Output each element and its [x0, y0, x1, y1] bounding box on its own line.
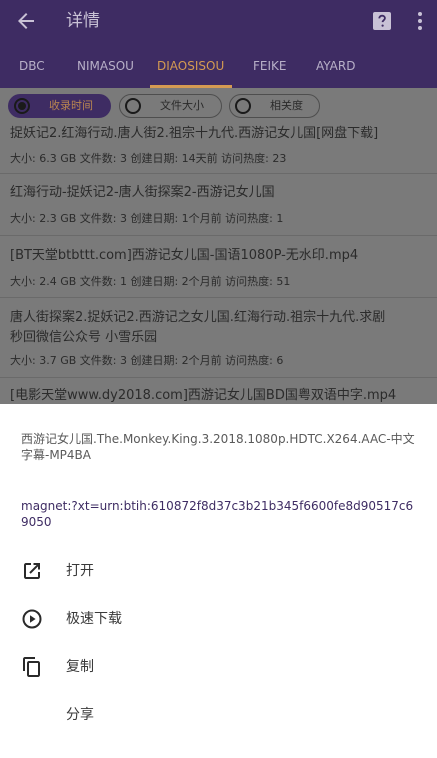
sort-by-date-label: 收录时间 [49, 99, 93, 112]
result-name-continued: 秒回微信公众号 小雪乐园 [10, 330, 158, 345]
play-circle-icon [22, 609, 42, 629]
page-title: 详情 [66, 11, 100, 31]
result-item[interactable]: 捉妖记2.红海行动.唐人街2.祖宗十九代.西游记女儿国[网盘下载] 大小: 6.… [0, 118, 437, 174]
sort-by-size-label: 文件大小 [160, 99, 204, 112]
source-tabs: DBC NIMASOU DIAOSISOU FEIKE AYARD [0, 44, 437, 88]
result-item[interactable]: 红海行动-捉妖记2-唐人街探案2-西游记女儿国 大小: 2.3 GB 文件数: … [0, 174, 437, 236]
arrow-back-icon[interactable] [14, 9, 38, 33]
tab-diaosisou[interactable]: DIAOSISOU [157, 58, 224, 74]
bottom-sheet: 西游记女儿国.The.Monkey.King.3.2018.1080p.HDTC… [0, 404, 437, 758]
more-vert-icon[interactable] [408, 9, 432, 33]
copy-action-label: 复制 [66, 659, 94, 675]
share-action[interactable]: 分享 [0, 694, 437, 738]
result-name: 捉妖记2.红海行动.唐人街2.祖宗十九代.西游记女儿国[网盘下载] [10, 126, 379, 141]
result-item[interactable]: [BT天堂btbttt.com]西游记女儿国-国语1080P-无水印.mp4 大… [0, 236, 437, 298]
radio-selected-icon [14, 98, 30, 114]
open-action-label: 打开 [66, 563, 94, 579]
result-name: [电影天堂www.dy2018.com]西游记女儿国BD国粤双语中字.mp4 [10, 388, 397, 403]
sort-by-relevance-label: 相关度 [270, 99, 303, 112]
tab-ayard[interactable]: AYARD [316, 58, 355, 74]
result-name: [BT天堂btbttt.com]西游记女儿国-国语1080P-无水印.mp4 [10, 248, 359, 263]
tab-nimasou[interactable]: NIMASOU [77, 58, 134, 74]
sort-by-relevance-chip[interactable]: 相关度 [229, 94, 320, 118]
app-bar: 详情 [0, 0, 437, 44]
fast-download-action[interactable]: 极速下载 [0, 598, 437, 642]
result-meta: 大小: 3.7 GB 文件数: 3 创建日期: 2个月前 访问热度: 6 [10, 354, 284, 367]
help-icon[interactable] [371, 10, 393, 32]
tab-feike[interactable]: FEIKE [253, 58, 286, 74]
tab-dbc[interactable]: DBC [19, 58, 45, 74]
sort-by-size-chip[interactable]: 文件大小 [119, 94, 222, 118]
result-name: 红海行动-捉妖记2-唐人街探案2-西游记女儿国 [10, 185, 275, 200]
copy-icon [23, 657, 40, 677]
result-meta: 大小: 2.4 GB 文件数: 1 创建日期: 2个月前 访问热度: 51 [10, 275, 291, 288]
open-action[interactable]: 打开 [0, 550, 437, 594]
result-item[interactable]: 唐人街探案2.捉妖记2.西游记之女儿国.红海行动.祖宗十九代.求剧 秒回微信公众… [0, 298, 437, 378]
share-action-label: 分享 [66, 707, 94, 723]
result-item[interactable]: [电影天堂www.dy2018.com]西游记女儿国BD国粤双语中字.mp4 [0, 378, 437, 404]
radio-unselected-icon [235, 98, 251, 114]
fast-download-action-label: 极速下载 [66, 611, 122, 627]
result-name: 唐人街探案2.捉妖记2.西游记之女儿国.红海行动.祖宗十九代.求剧 [10, 310, 386, 325]
copy-action[interactable]: 复制 [0, 646, 437, 690]
result-meta: 大小: 2.3 GB 文件数: 3 创建日期: 1个月前 访问热度: 1 [10, 212, 284, 225]
results-area: 收录时间 文件大小 相关度 捉妖记2.红海行动.唐人街2.祖宗十九代.西游记女儿… [0, 88, 437, 404]
result-meta: 大小: 6.3 GB 文件数: 3 创建日期: 14天前 访问热度: 23 [10, 152, 287, 165]
open-in-new-icon [24, 563, 40, 579]
magnet-link[interactable]: magnet:?xt=urn:btih:610872f8d37c3b21b345… [21, 498, 419, 530]
sort-by-date-chip[interactable]: 收录时间 [8, 94, 111, 118]
file-name: 西游记女儿国.The.Monkey.King.3.2018.1080p.HDTC… [21, 432, 415, 462]
radio-unselected-icon [125, 98, 141, 114]
